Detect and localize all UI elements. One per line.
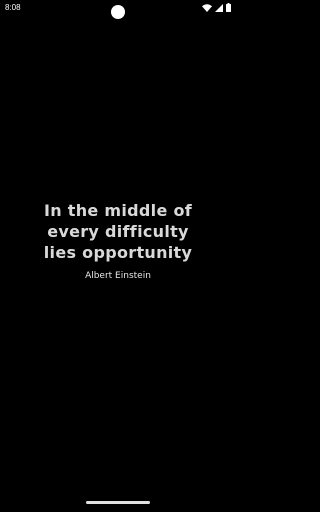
status-time: 8:08	[5, 3, 21, 12]
camera-cutout	[111, 5, 125, 19]
quote-text: In the middle of every difficulty lies o…	[43, 201, 193, 262]
status-bar: 8:08	[0, 0, 236, 24]
quote-author: Albert Einstein	[85, 271, 151, 281]
signal-icon	[215, 3, 223, 12]
battery-icon	[226, 3, 231, 12]
wifi-icon	[202, 3, 212, 12]
status-icons	[202, 3, 231, 12]
gesture-navigation-bar[interactable]	[86, 501, 150, 504]
quote-block: In the middle of every difficulty lies o…	[0, 200, 236, 281]
